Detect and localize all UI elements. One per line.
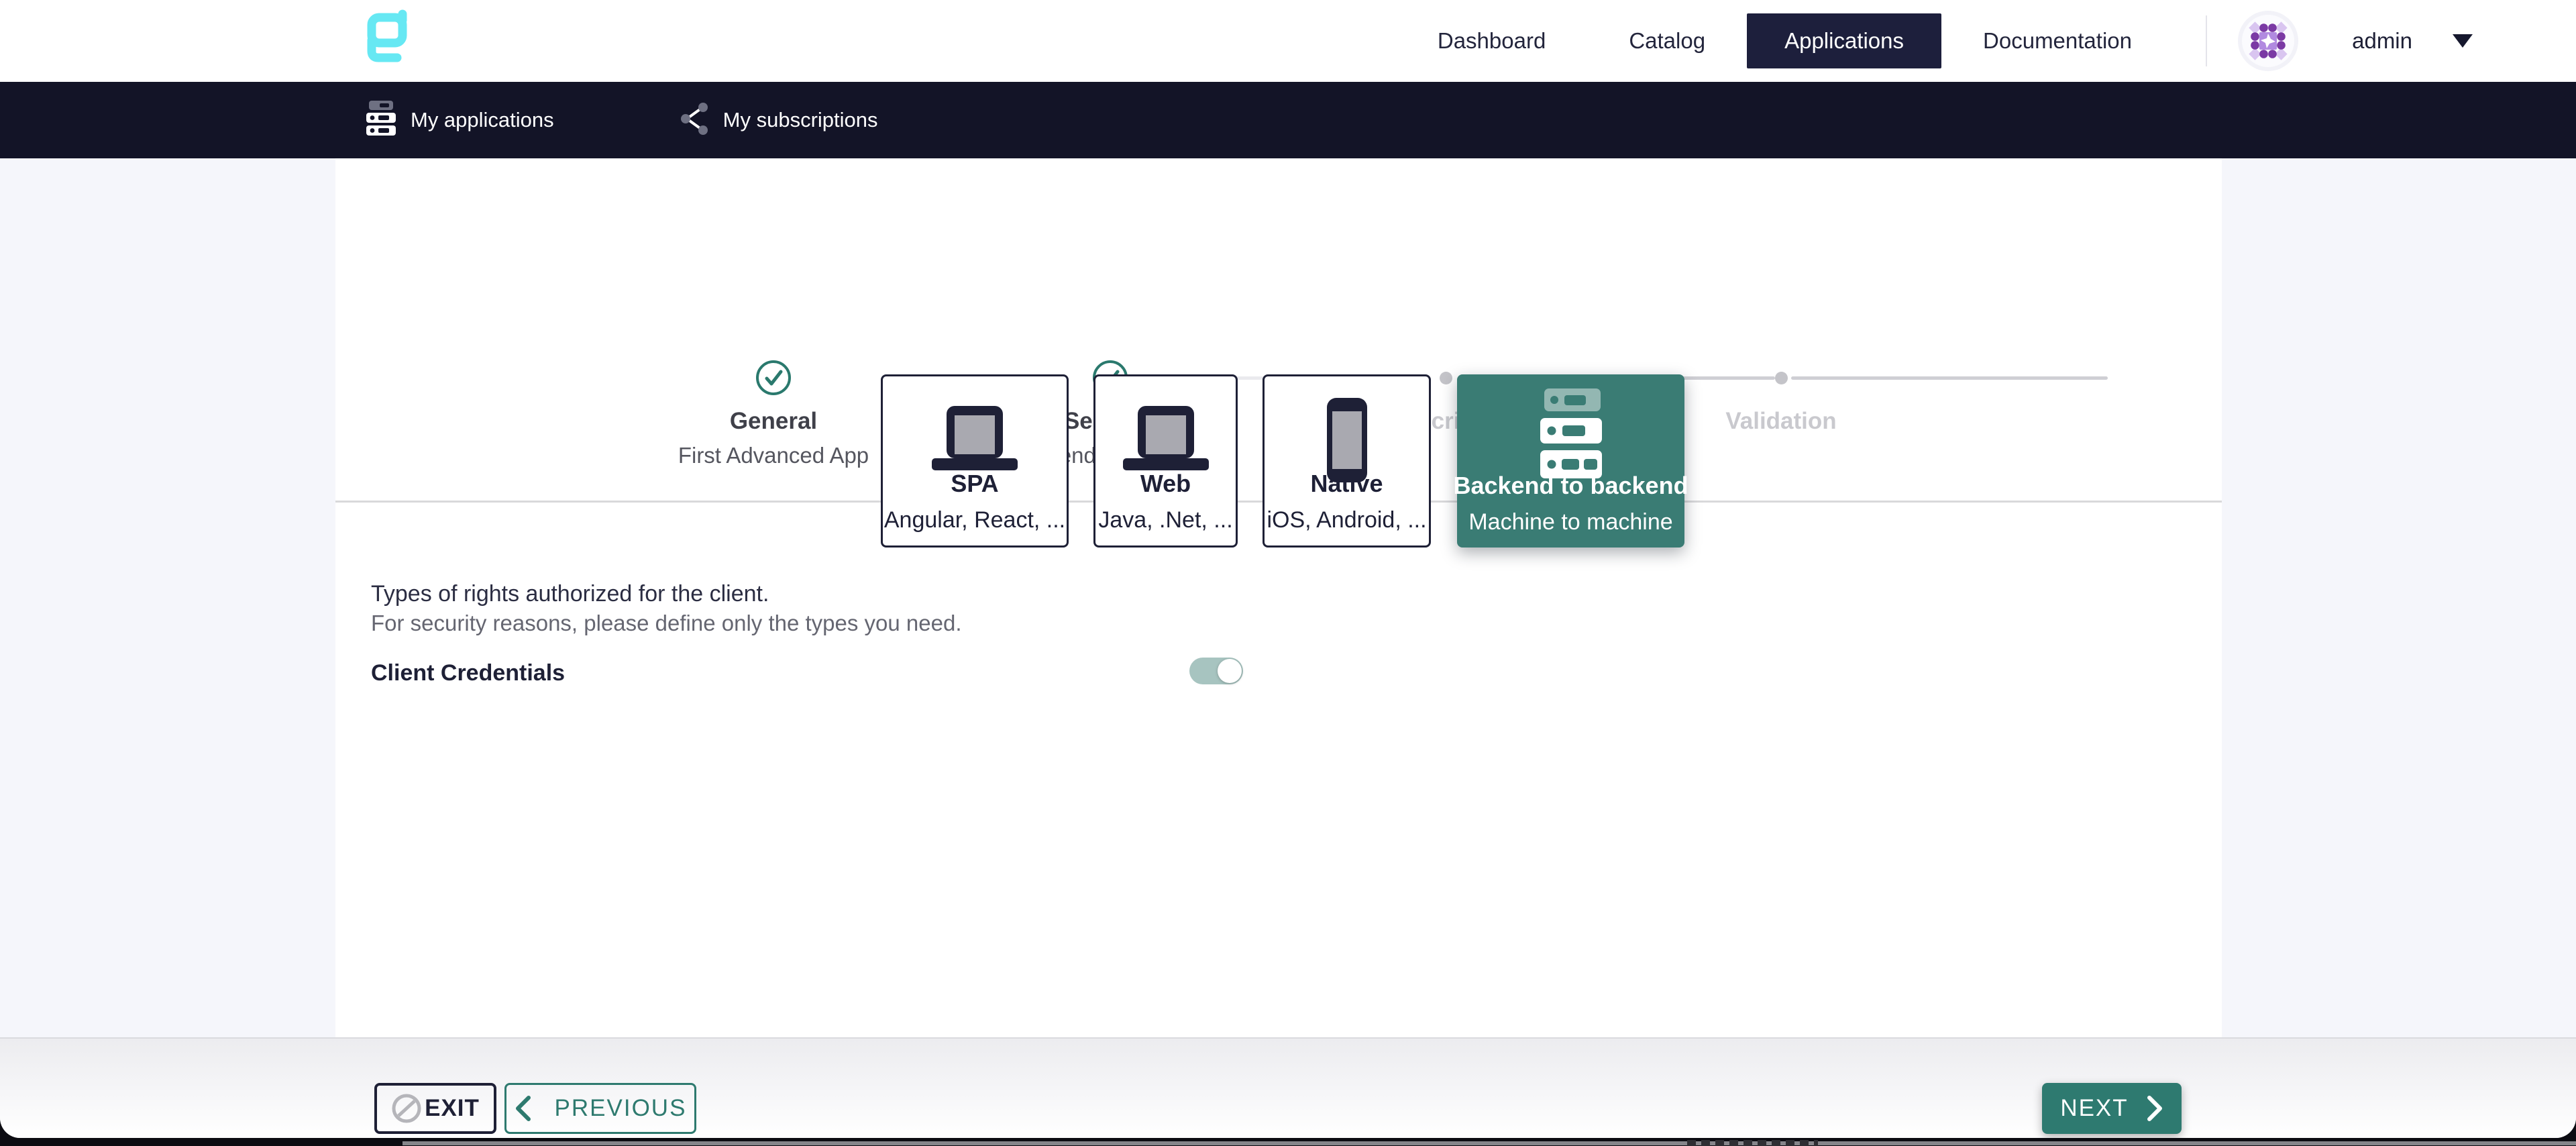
top-header: Dashboard Catalog Applications Documenta… — [0, 0, 2576, 82]
client-credentials-toggle[interactable] — [1189, 658, 1243, 684]
step-label-general: General — [639, 408, 908, 435]
chevron-right-icon — [2146, 1095, 2163, 1122]
laptop-icon — [883, 390, 1067, 490]
page-sheet: Dashboard Catalog Applications Documenta… — [0, 0, 2576, 1138]
primary-nav: Dashboard Catalog Applications Documenta… — [1396, 0, 2174, 82]
clipped-bottom-window-edge — [402, 1141, 2576, 1145]
step-general-check-icon[interactable] — [755, 360, 792, 396]
gravitee-logo-icon[interactable] — [365, 9, 412, 67]
clipped-text-remnant — [1687, 1140, 1818, 1146]
subnav-item-label: My applications — [411, 108, 554, 132]
chevron-down-icon[interactable] — [2453, 34, 2473, 48]
share-icon — [680, 102, 710, 139]
exit-button-label: EXIT — [425, 1095, 480, 1122]
rights-note: For security reasons, please define only… — [371, 611, 962, 636]
chevron-left-icon — [515, 1095, 532, 1122]
app-type-subtitle: Java, .Net, ... — [1098, 507, 1232, 533]
app-type-card-spa[interactable]: SPA Angular, React, ... — [881, 374, 1069, 548]
laptop-icon — [1095, 390, 1236, 490]
next-button[interactable]: NEXT — [2042, 1083, 2182, 1134]
header-divider — [2206, 15, 2207, 66]
next-button-label: NEXT — [2060, 1095, 2128, 1122]
wizard-card: General Security Subscription Validation… — [335, 158, 2222, 1037]
subnav-item-my-subscriptions[interactable]: My subscriptions — [671, 82, 888, 158]
exit-button[interactable]: EXIT — [374, 1083, 496, 1134]
nav-item-applications[interactable]: Applications — [1747, 13, 1941, 68]
app-type-subtitle: iOS, Android, ... — [1267, 507, 1426, 533]
smartphone-icon — [1265, 390, 1429, 490]
stepper-connector — [1791, 376, 2108, 380]
app-type-card-native[interactable]: Native iOS, Android, ... — [1263, 374, 1431, 548]
step-label-validation: Validation — [1647, 408, 1915, 435]
previous-button-label: PREVIOUS — [555, 1095, 687, 1122]
rights-heading: Types of rights authorized for the clien… — [371, 581, 769, 607]
app-type-card-backend-to-backend[interactable]: Backend to backend Machine to machine — [1457, 374, 1684, 548]
user-zone: admin — [2206, 0, 2489, 82]
toggle-knob — [1218, 659, 1242, 683]
step-validation-dot — [1775, 372, 1788, 384]
wizard-footer: EXIT PREVIOUS NEXT — [0, 1037, 2576, 1138]
servers-icon — [365, 101, 397, 140]
application-subnav: My applications My subscriptions — [0, 82, 2576, 158]
subnav-item-my-applications[interactable]: My applications — [356, 82, 564, 158]
servers-icon — [1457, 388, 1684, 488]
avatar[interactable] — [2242, 15, 2294, 67]
nav-item-dashboard[interactable]: Dashboard — [1396, 0, 1587, 82]
app-type-card-web[interactable]: Web Java, .Net, ... — [1093, 374, 1238, 548]
client-credentials-label: Client Credentials — [371, 660, 565, 686]
subnav-item-label: My subscriptions — [723, 108, 878, 132]
nav-item-catalog[interactable]: Catalog — [1587, 0, 1747, 82]
nav-item-documentation[interactable]: Documentation — [1941, 0, 2174, 82]
app-type-subtitle: Machine to machine — [1468, 509, 1672, 535]
step-subscription-dot — [1440, 372, 1452, 384]
app-type-subtitle: Angular, React, ... — [884, 507, 1065, 533]
prohibition-icon — [391, 1093, 422, 1124]
previous-button[interactable]: PREVIOUS — [504, 1083, 696, 1134]
username: admin — [2352, 28, 2412, 54]
